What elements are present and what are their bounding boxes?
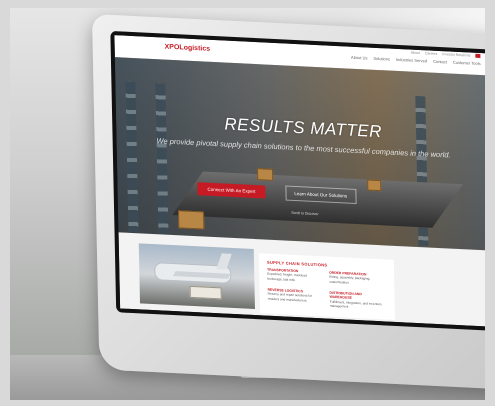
nav-link[interactable]: Industries Served [396, 57, 427, 64]
photo-frame: About Careers Investor Relations XPOLogi… [10, 8, 485, 400]
plane-tail [216, 253, 232, 270]
warehouse-rack [155, 83, 169, 234]
utility-link[interactable]: About [411, 51, 420, 55]
solution-item[interactable]: TRANSPORTATION Expedited, freight, truck… [267, 268, 322, 284]
utility-nav: About Careers Investor Relations [411, 51, 481, 59]
utility-link[interactable]: Careers [425, 51, 438, 56]
cargo-truck [189, 285, 222, 300]
solution-item[interactable]: REVERSE LOGISTICS Returns and repair sol… [268, 288, 323, 304]
solution-item[interactable]: ORDER PREPARATION Kitting, assembly, pac… [329, 271, 384, 287]
warehouse-rack [125, 81, 139, 233]
website-screen: About Careers Investor Relations XPOLogi… [114, 35, 485, 327]
solution-text: Kitting, assembly, packaging, customizat… [329, 275, 371, 285]
flag-icon [475, 53, 481, 59]
utility-link[interactable]: Investor Relations [442, 52, 470, 57]
solutions-card: SUPPLY CHAIN SOLUTIONS TRANSPORTATION Ex… [258, 253, 396, 320]
package-box [367, 179, 382, 192]
solution-text: Returns and repair solutions for retaile… [267, 292, 313, 303]
solutions-title: SUPPLY CHAIN SOLUTIONS [266, 259, 328, 268]
solution-text: Expedited, freight, truckload brokerage,… [267, 272, 307, 282]
package-box [178, 210, 205, 230]
nav-link[interactable]: Customer Tools [453, 60, 481, 66]
screen-bezel: About Careers Investor Relations XPOLogi… [110, 30, 485, 331]
hero-section: RESULTS MATTER We provide pivotal supply… [114, 57, 485, 251]
monitor: About Careers Investor Relations XPOLogi… [92, 14, 485, 390]
nav-link[interactable]: Contact [433, 59, 447, 65]
nav-link[interactable]: Solutions [373, 56, 390, 62]
connect-expert-button[interactable]: Connect With An Expert [197, 182, 266, 199]
cargo-plane-photo [138, 243, 255, 310]
package-box [257, 168, 274, 181]
solution-text: Fulfillment, integration, and inventory … [329, 299, 382, 309]
solution-item[interactable]: DISTRIBUTION AND WAREHOUSE Fulfillment, … [329, 291, 384, 311]
logo[interactable]: XPOLogistics [165, 44, 211, 53]
nav-link[interactable]: About Us [351, 55, 368, 61]
